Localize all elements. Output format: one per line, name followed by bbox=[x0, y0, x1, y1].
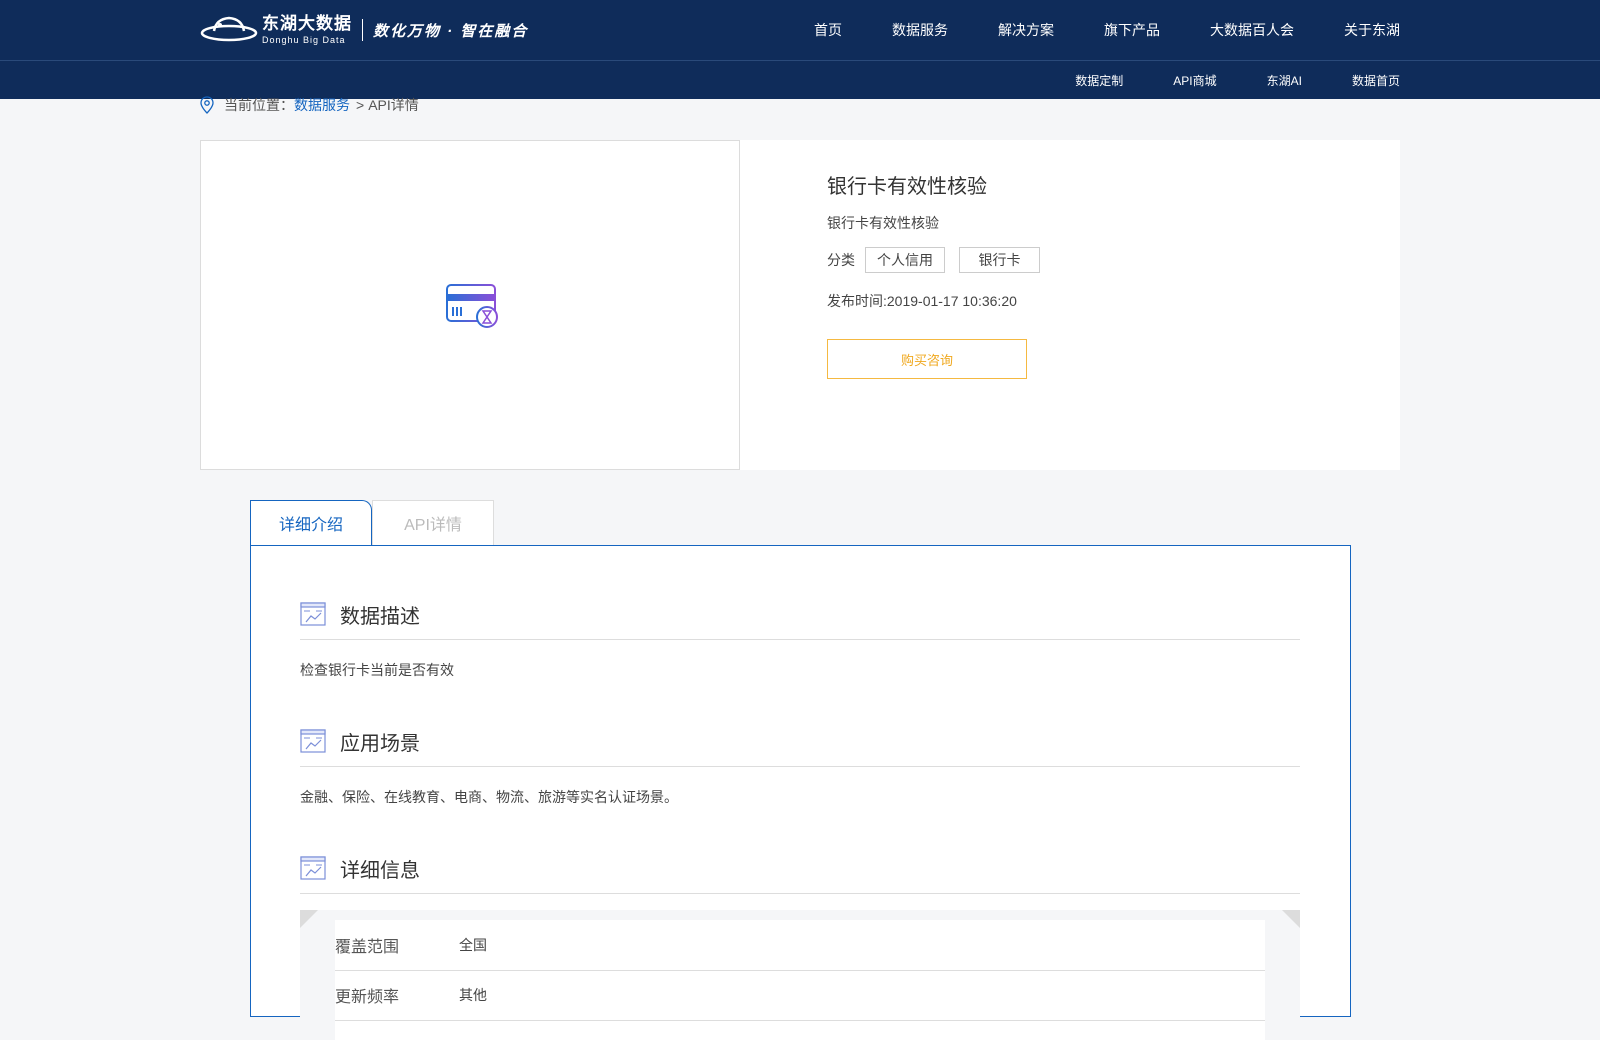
logo-en: Donghu Big Data bbox=[262, 35, 346, 45]
nav-solutions[interactable]: 解决方案 bbox=[998, 20, 1054, 40]
breadcrumb: 当前位置： 数据服务 > API详情 bbox=[200, 95, 419, 115]
detail-info-body: 覆盖范围 全国 更新频率 其他 bbox=[335, 920, 1265, 1040]
info-key: 覆盖范围 bbox=[335, 939, 400, 956]
nav-about[interactable]: 关于东湖 bbox=[1344, 20, 1400, 40]
product-panel: 银行卡有效性核验 银行卡有效性核验 分类 个人信用 银行卡 发布时间:2019-… bbox=[200, 140, 1400, 470]
nav-bigdata-club[interactable]: 大数据百人会 bbox=[1210, 20, 1294, 40]
subnav-data-custom[interactable]: 数据定制 bbox=[1075, 72, 1123, 89]
section-data-description: 数据描述 检查银行卡当前是否有效 bbox=[300, 597, 1300, 680]
chart-window-icon bbox=[300, 602, 326, 626]
subnav-api-store[interactable]: API商城 bbox=[1173, 72, 1216, 89]
category-tag[interactable]: 银行卡 bbox=[959, 247, 1040, 273]
tab-details[interactable]: 详细介绍 bbox=[250, 500, 372, 545]
section-body: 检查银行卡当前是否有效 bbox=[300, 662, 454, 678]
location-pin-icon bbox=[200, 96, 214, 114]
site-logo[interactable]: 东湖大数据 Donghu Big Data 数化万物 · 智在融合 bbox=[200, 12, 528, 48]
top-header: 东湖大数据 Donghu Big Data 数化万物 · 智在融合 首页 数据服… bbox=[0, 0, 1600, 61]
publish-time: 发布时间:2019-01-17 10:36:20 bbox=[827, 293, 1017, 309]
tab-api-details[interactable]: API详情 bbox=[372, 500, 494, 545]
info-key: 更新频率 bbox=[335, 989, 400, 1006]
section-body: 金融、保险、在线教育、电商、物流、旅游等实名认证场景。 bbox=[300, 789, 678, 805]
section-detailed-info: 详细信息 bbox=[300, 851, 1300, 894]
buy-consult-button[interactable]: 购买咨询 bbox=[827, 339, 1027, 379]
breadcrumb-separator: > bbox=[356, 97, 365, 113]
detail-info-table: 覆盖范围 全国 更新频率 其他 bbox=[300, 910, 1300, 1040]
subnav-donghu-ai[interactable]: 东湖AI bbox=[1267, 72, 1302, 89]
product-info: 银行卡有效性核验 银行卡有效性核验 分类 个人信用 银行卡 发布时间:2019-… bbox=[827, 170, 1054, 379]
section-title: 应用场景 bbox=[340, 732, 420, 755]
logo-slogan: 数化万物 · 智在融合 bbox=[373, 22, 529, 40]
product-title: 银行卡有效性核验 bbox=[827, 176, 987, 198]
nav-home[interactable]: 首页 bbox=[814, 20, 842, 40]
section-header: 应用场景 bbox=[300, 724, 1300, 767]
section-title: 数据描述 bbox=[340, 605, 420, 628]
nav-products[interactable]: 旗下产品 bbox=[1104, 20, 1160, 40]
logo-text: 东湖大数据 Donghu Big Data bbox=[262, 15, 352, 45]
main-nav: 首页 数据服务 解决方案 旗下产品 大数据百人会 关于东湖 bbox=[814, 0, 1400, 60]
subnav-data-home[interactable]: 数据首页 bbox=[1352, 72, 1400, 89]
logo-divider bbox=[362, 19, 363, 41]
product-subtitle: 银行卡有效性核验 bbox=[827, 215, 939, 231]
section-header: 数据描述 bbox=[300, 597, 1300, 640]
chart-window-icon bbox=[300, 729, 326, 753]
detail-tabs: 详细介绍 API详情 bbox=[250, 500, 494, 546]
category-tag[interactable]: 个人信用 bbox=[865, 247, 945, 273]
product-image bbox=[200, 140, 740, 470]
chart-window-icon bbox=[300, 856, 326, 880]
planet-logo-icon bbox=[200, 16, 258, 42]
detail-panel: 数据描述 检查银行卡当前是否有效 应用场景 金融、保险、在线教育、电商、物流、旅… bbox=[250, 545, 1351, 1040]
sub-header: 数据定制 API商城 东湖AI 数据首页 bbox=[0, 61, 1600, 99]
sub-nav: 数据定制 API商城 东湖AI 数据首页 bbox=[1075, 61, 1400, 99]
breadcrumb-current: API详情 bbox=[368, 97, 419, 113]
nav-data-service[interactable]: 数据服务 bbox=[892, 20, 948, 40]
category-label: 分类 bbox=[827, 252, 855, 268]
section-title: 详细信息 bbox=[340, 859, 420, 882]
bank-card-hourglass-icon bbox=[446, 284, 498, 328]
section-header: 详细信息 bbox=[300, 851, 1300, 894]
breadcrumb-link-data-service[interactable]: 数据服务 bbox=[294, 95, 350, 115]
info-value: 其他 bbox=[459, 987, 487, 1003]
product-category: 分类 个人信用 银行卡 bbox=[827, 247, 1054, 273]
section-use-cases: 应用场景 金融、保险、在线教育、电商、物流、旅游等实名认证场景。 bbox=[300, 724, 1300, 807]
info-value: 全国 bbox=[459, 937, 487, 953]
table-row: 更新频率 其他 bbox=[335, 970, 1265, 1021]
corner-decoration bbox=[300, 910, 318, 928]
corner-decoration bbox=[1282, 910, 1300, 928]
breadcrumb-prefix: 当前位置： bbox=[224, 97, 294, 113]
logo-cn: 东湖大数据 bbox=[262, 14, 352, 33]
table-row: 覆盖范围 全国 bbox=[335, 920, 1265, 971]
